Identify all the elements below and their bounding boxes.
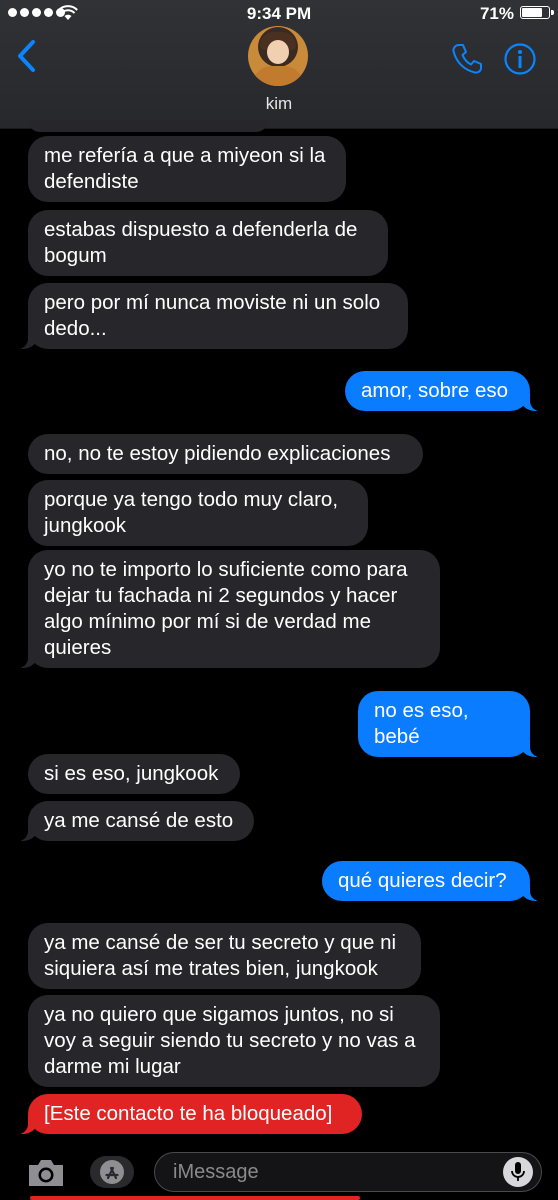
message-bubble-incoming[interactable]: no, no te estoy pidiendo explicaciones [28, 434, 423, 474]
message-input-bar: iMessage [0, 1148, 558, 1200]
conversation-header: 9:34 PM 71% kim [0, 0, 558, 129]
message-bubble-outgoing[interactable]: qué quieres decir? [322, 861, 540, 901]
message-bubble-incoming[interactable]: estabas dispuesto a defenderla de bogum [28, 210, 388, 276]
status-bar: 9:34 PM 71% [0, 0, 558, 28]
battery-icon [520, 6, 554, 19]
microphone-button[interactable] [503, 1157, 533, 1187]
contact-name[interactable]: kim [0, 94, 558, 114]
message-bubble-incoming[interactable]: ya me cansé de esto [18, 801, 254, 841]
message-bubble-incoming[interactable]: si es eso, jungkook [28, 754, 240, 794]
imessage-placeholder: iMessage [173, 1161, 259, 1183]
back-chevron-icon[interactable] [14, 38, 38, 74]
message-bubble-outgoing[interactable]: no es eso, bebé [358, 691, 540, 757]
message-bubble-incoming[interactable]: porque ya tengo todo muy claro, jungkook [28, 480, 368, 546]
message-bubble-incoming[interactable]: ya no quiero que sigamos juntos, no si v… [28, 995, 440, 1087]
message-thread[interactable]: me refería a que a miyeon si la defendis… [0, 120, 558, 1148]
microphone-icon [511, 1162, 525, 1181]
message-bubble-incoming[interactable]: ya me cansé de ser tu secreto y que ni s… [28, 923, 421, 989]
previous-message-edge [28, 120, 268, 132]
imessage-input[interactable]: iMessage [154, 1152, 542, 1192]
message-bubble-incoming[interactable]: pero por mí nunca moviste ni un solo ded… [18, 283, 408, 349]
message-bubble-outgoing[interactable]: amor, sobre eso [345, 371, 540, 411]
phone-icon[interactable] [450, 42, 484, 76]
blocked-notice: [Este contacto te ha bloqueado] [18, 1094, 362, 1134]
camera-icon[interactable] [26, 1158, 66, 1188]
status-time: 9:34 PM [246, 4, 312, 23]
blocked-indicator-line [30, 1196, 360, 1200]
message-bubble-incoming[interactable]: me refería a que a miyeon si la defendis… [28, 136, 346, 202]
info-icon[interactable] [503, 42, 537, 76]
app-store-icon [100, 1160, 124, 1184]
battery-percentage: 71% [479, 4, 514, 23]
message-bubble-incoming[interactable]: yo no te importo lo suficiente como para… [18, 550, 440, 668]
contact-avatar[interactable] [248, 26, 308, 86]
app-store-button[interactable] [90, 1156, 134, 1188]
